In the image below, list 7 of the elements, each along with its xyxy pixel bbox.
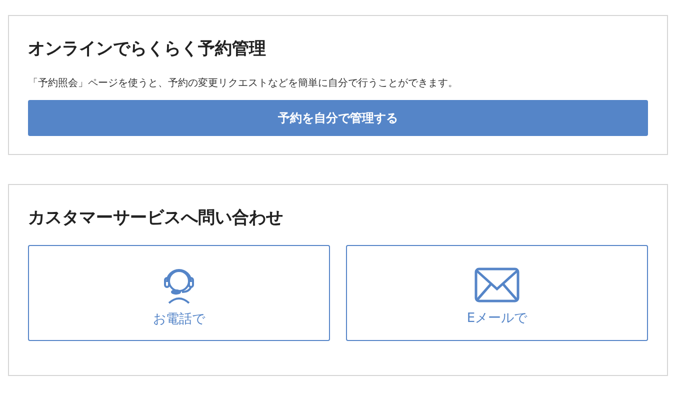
description-text: 「予約照会」ページを使うと、予約の変更リクエストなどを簡単に自分で行うことができます。 xyxy=(28,76,459,91)
contact-option-button[interactable]: お電話で xyxy=(28,245,330,341)
envelope-icon xyxy=(474,266,520,302)
section-title: オンラインでらくらく予約管理 xyxy=(28,38,267,61)
manage-booking-button[interactable]: 予約を自分で管理する xyxy=(28,100,648,136)
section-title: カスタマーサービスへ問い合わせ xyxy=(28,207,284,230)
contact-option-button[interactable]: Eメールで xyxy=(346,245,648,341)
